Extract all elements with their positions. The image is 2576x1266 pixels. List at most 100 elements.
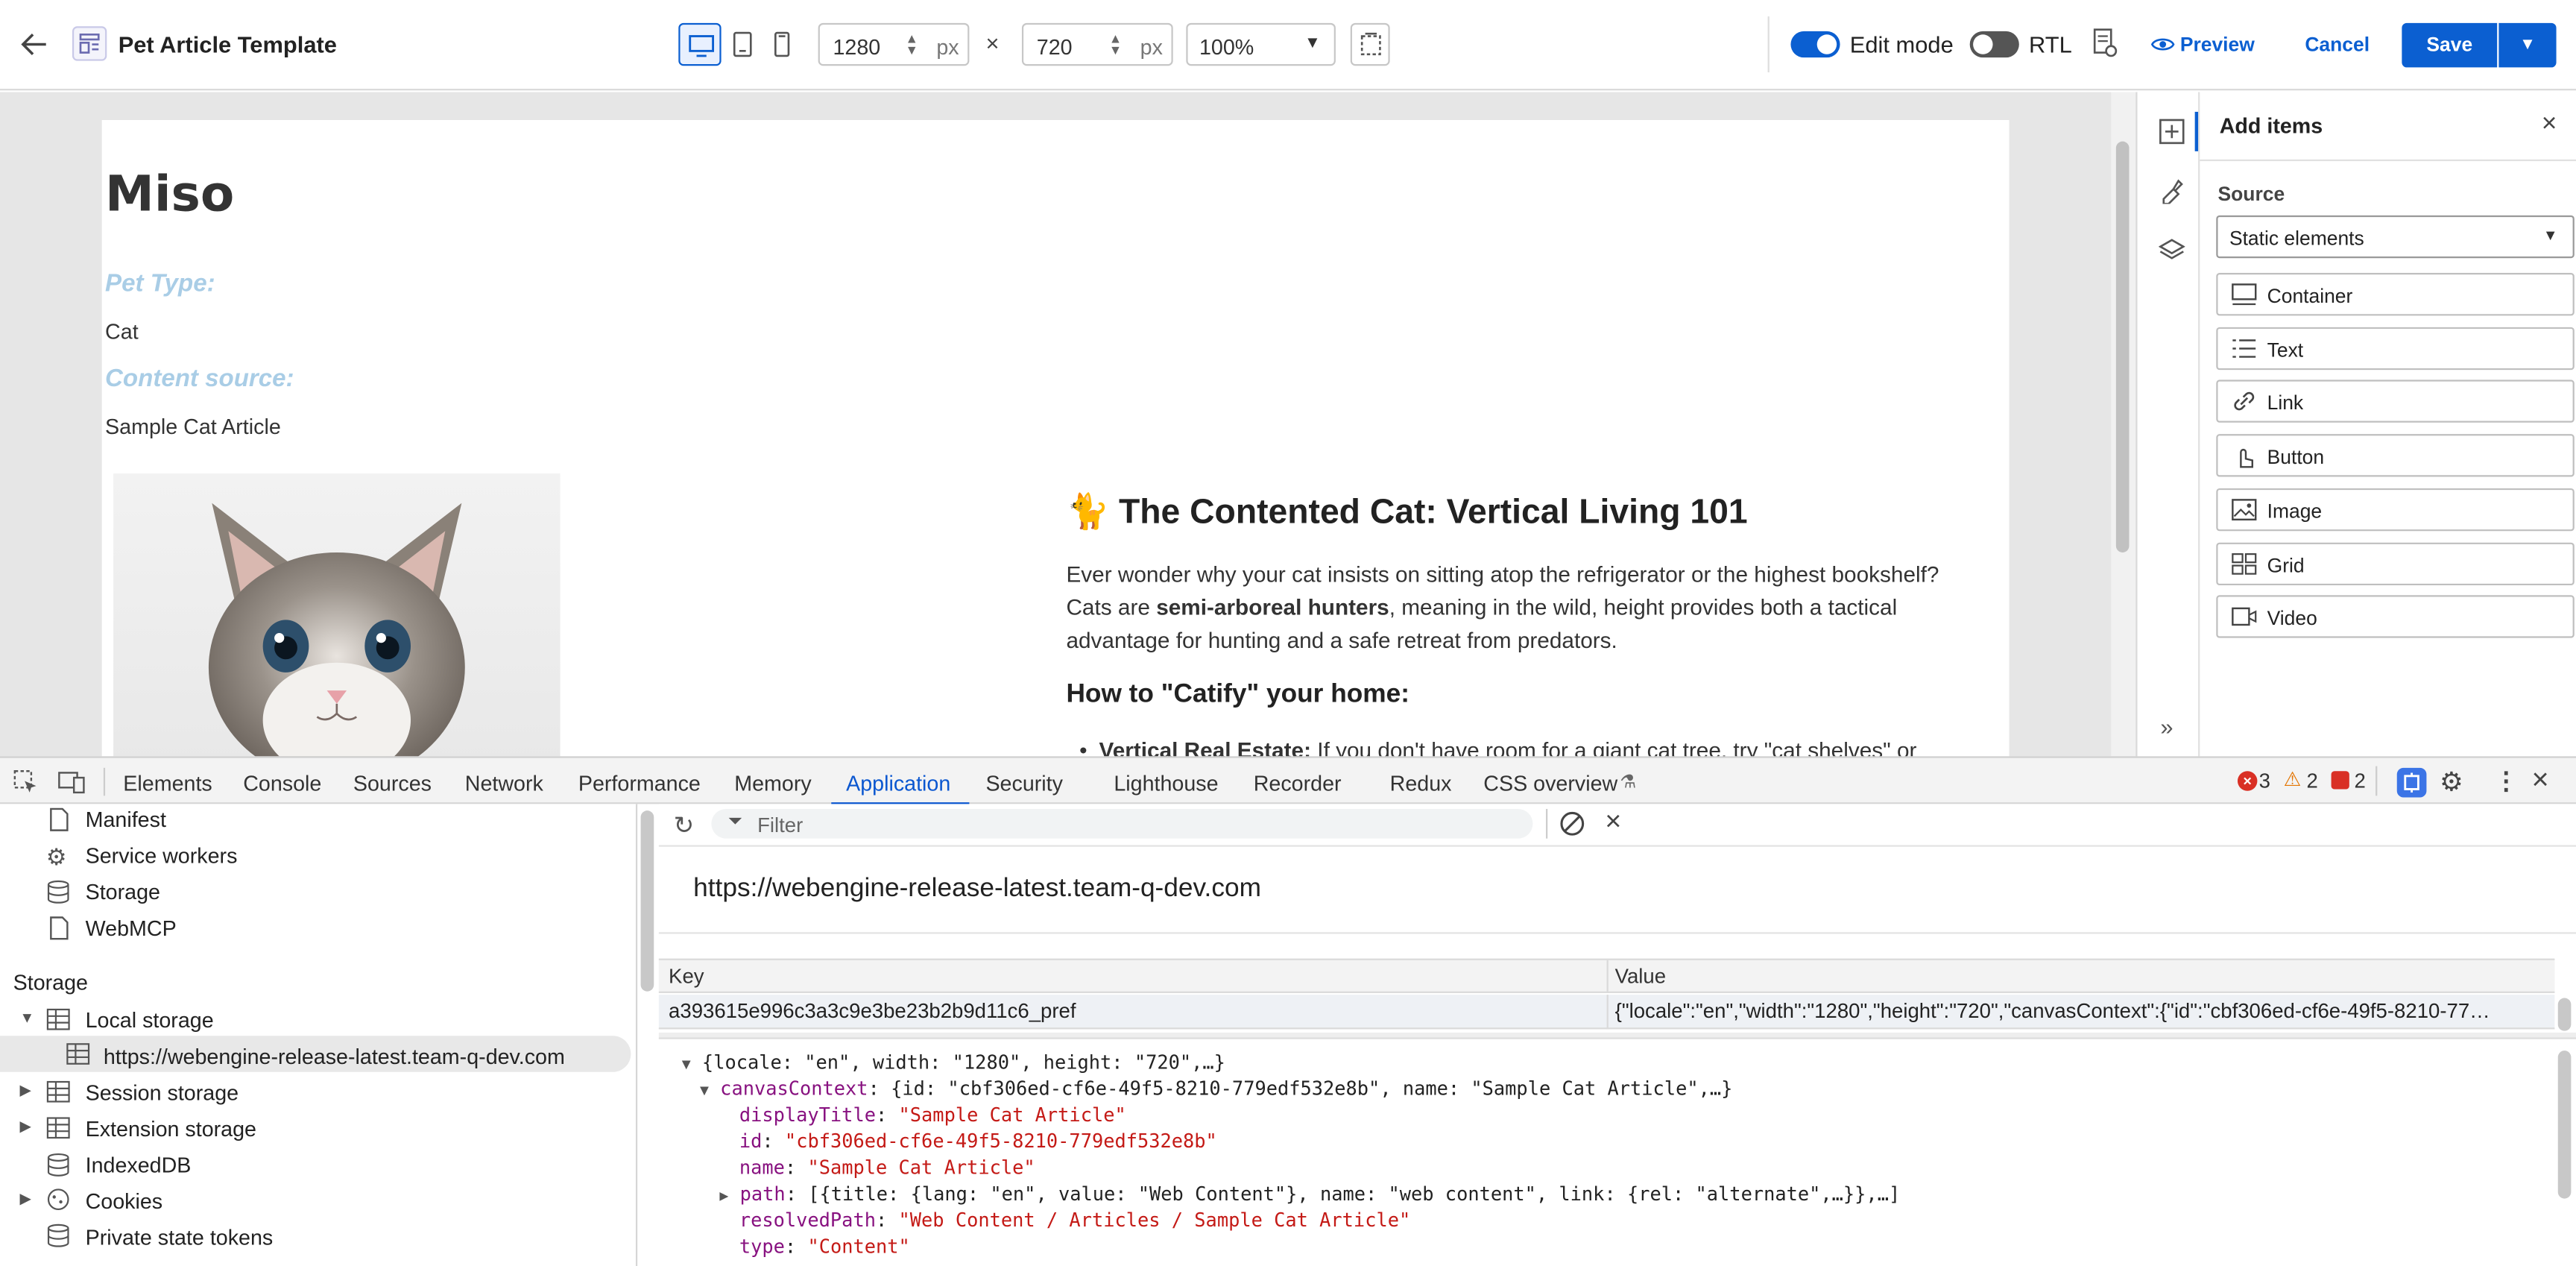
- table-scroll-thumb[interactable]: [2557, 998, 2572, 1031]
- save-button[interactable]: Save: [2402, 22, 2498, 68]
- tab-console[interactable]: Console: [243, 771, 321, 796]
- device-toolbar-icon[interactable]: [57, 769, 85, 802]
- extension-icon[interactable]: [2396, 767, 2427, 798]
- issues-count[interactable]: 2: [2354, 769, 2365, 793]
- value-column-header[interactable]: Value: [1615, 965, 1666, 988]
- tab-lighthouse[interactable]: Lighthouse: [1114, 771, 1218, 796]
- json-path[interactable]: ▶ path: [{title: {lang: "en", value: "We…: [719, 1182, 1900, 1206]
- canvas-scrollbar[interactable]: [2111, 92, 2136, 757]
- page-settings-icon[interactable]: [2092, 28, 2118, 66]
- sidebar-item-webmcp[interactable]: WebMCP: [86, 916, 177, 940]
- triangle-right-icon[interactable]: ▶: [19, 1082, 31, 1100]
- preview-scroll-thumb[interactable]: [2557, 1051, 2572, 1199]
- rtl-toggle[interactable]: [1969, 31, 2019, 58]
- sidebar-item-local-storage[interactable]: Local storage: [86, 1008, 214, 1033]
- add-item-grid[interactable]: Grid: [2216, 541, 2575, 585]
- add-item-video[interactable]: Video: [2216, 595, 2575, 639]
- preview-button[interactable]: Preview: [2180, 33, 2255, 56]
- rotate-button[interactable]: [1350, 22, 1390, 66]
- sidebar-item-storage[interactable]: Storage: [86, 880, 160, 904]
- tab-css-overview[interactable]: CSS overview: [1483, 771, 1617, 796]
- edit-mode-toggle[interactable]: [1790, 31, 1840, 58]
- clear-all-icon[interactable]: [1559, 810, 1585, 845]
- sidebar-item-service-workers[interactable]: Service workers: [86, 843, 238, 868]
- zoom-select[interactable]: 100% ▼: [1186, 22, 1336, 66]
- local-storage-origin[interactable]: https://webengine-release-latest.team-q-…: [104, 1044, 565, 1068]
- sidebar-item-extension-storage[interactable]: Extension storage: [86, 1116, 256, 1141]
- article-bullet[interactable]: • Vertical Real Estate: If you don't have…: [1079, 738, 1916, 756]
- tab-network[interactable]: Network: [465, 771, 543, 796]
- delete-selected-icon[interactable]: ×: [1605, 806, 1621, 839]
- height-field[interactable]: 720 ▲ ▼ px: [1021, 22, 1173, 66]
- tab-elements[interactable]: Elements: [123, 771, 212, 796]
- tab-memory[interactable]: Memory: [734, 771, 811, 796]
- article-paragraph[interactable]: Ever wonder why your cat insists on sitt…: [1066, 559, 1986, 658]
- table-row[interactable]: a393615e996c3a3c9e3be23b2b9d11c6_pref {"…: [658, 995, 2555, 1030]
- content-source-label[interactable]: Content source:: [105, 365, 294, 393]
- json-type[interactable]: type: "Content": [739, 1235, 910, 1258]
- json-root[interactable]: ▼ {locale: "en", width: "1280", height: …: [682, 1051, 1225, 1074]
- height-stepper-icon[interactable]: ▲ ▼: [1109, 32, 1122, 57]
- height-value[interactable]: 720: [1037, 34, 1073, 59]
- tab-recorder[interactable]: Recorder: [1254, 771, 1342, 796]
- filter-input[interactable]: ⏷ Filter: [711, 808, 1533, 839]
- triangle-right-icon[interactable]: ▶: [19, 1191, 31, 1209]
- width-value[interactable]: 1280: [833, 34, 880, 59]
- tab-redux[interactable]: Redux: [1390, 771, 1452, 796]
- warning-count[interactable]: 2: [2307, 769, 2318, 793]
- tab-performance[interactable]: Performance: [578, 771, 701, 796]
- desktop-view-button[interactable]: [678, 22, 722, 66]
- sidebar-item-session-storage[interactable]: Session storage: [86, 1080, 239, 1105]
- add-item-button[interactable]: Button: [2216, 434, 2575, 477]
- add-item-link[interactable]: Link: [2216, 380, 2575, 423]
- add-plus-icon[interactable]: [2159, 119, 2185, 153]
- close-devtools-icon[interactable]: ×: [2531, 763, 2548, 797]
- json-resolved-path[interactable]: resolvedPath: "Web Content / Articles / …: [739, 1209, 1410, 1232]
- preview-splitter[interactable]: [658, 1032, 2576, 1039]
- layers-icon[interactable]: [2158, 237, 2185, 271]
- error-count[interactable]: 3: [2259, 769, 2270, 793]
- refresh-icon[interactable]: ↻: [674, 810, 695, 840]
- more-options-icon[interactable]: ⋮: [2494, 766, 2519, 796]
- json-id[interactable]: id: "cbf306ed-cf6e-49f5-8210-779edf532e8…: [739, 1130, 1217, 1153]
- kitten-image[interactable]: [113, 473, 561, 757]
- close-icon[interactable]: ×: [2542, 110, 2557, 140]
- tab-sources[interactable]: Sources: [353, 771, 432, 796]
- pet-type-value[interactable]: Cat: [105, 319, 139, 344]
- tab-security[interactable]: Security: [985, 771, 1063, 796]
- triangle-down-icon[interactable]: ▼: [19, 1010, 34, 1026]
- source-select[interactable]: Static elements ▼: [2216, 215, 2575, 259]
- add-item-container[interactable]: Container: [2216, 273, 2575, 316]
- save-options-dropdown[interactable]: ▼: [2498, 22, 2557, 68]
- tablet-view-button[interactable]: [726, 23, 759, 66]
- width-stepper-icon[interactable]: ▲ ▼: [905, 32, 918, 57]
- expand-panel-icon[interactable]: »: [2160, 714, 2173, 740]
- article-heading[interactable]: 🐈 The Contented Cat: Vertical Living 101: [1066, 494, 1747, 533]
- json-display-title[interactable]: displayTitle: "Sample Cat Article": [739, 1103, 1126, 1127]
- paint-brush-icon[interactable]: [2159, 177, 2185, 212]
- json-canvas-context[interactable]: ▼ canvasContext: {id: "cbf306ed-cf6e-49f…: [700, 1077, 1732, 1100]
- canvas-scroll-thumb[interactable]: [2115, 141, 2130, 552]
- article-subheading[interactable]: How to "Catify" your home:: [1066, 681, 1409, 711]
- settings-gear-icon[interactable]: ⚙: [2440, 766, 2463, 799]
- mobile-view-button[interactable]: [765, 23, 798, 66]
- json-name[interactable]: name: "Sample Cat Article": [739, 1156, 1035, 1179]
- triangle-right-icon[interactable]: ▶: [19, 1118, 31, 1136]
- row-key[interactable]: a393615e996c3a3c9e3be23b2b9d11c6_pref: [669, 1000, 1076, 1023]
- sidebar-item-private-state-tokens[interactable]: Private state tokens: [86, 1225, 274, 1250]
- row-value[interactable]: {"locale":"en","width":"1280","height":"…: [1615, 1000, 2551, 1023]
- add-item-image[interactable]: Image: [2216, 488, 2575, 531]
- sidebar-item-cookies[interactable]: Cookies: [86, 1188, 163, 1213]
- width-field[interactable]: 1280 ▲ ▼ px: [818, 22, 970, 66]
- add-item-text[interactable]: Text: [2216, 327, 2575, 370]
- sidebar-item-indexeddb[interactable]: IndexedDB: [86, 1153, 192, 1177]
- back-arrow-icon[interactable]: [19, 30, 49, 68]
- cancel-button[interactable]: Cancel: [2305, 33, 2370, 56]
- sidebar-scroll-thumb[interactable]: [640, 810, 654, 992]
- content-source-value[interactable]: Sample Cat Article: [105, 415, 281, 439]
- inspect-element-icon[interactable]: [13, 769, 38, 802]
- sidebar-item-manifest[interactable]: Manifest: [86, 807, 166, 832]
- pet-type-label[interactable]: Pet Type:: [105, 270, 215, 297]
- key-column-header[interactable]: Key: [669, 965, 704, 988]
- tab-application[interactable]: Application: [831, 771, 970, 806]
